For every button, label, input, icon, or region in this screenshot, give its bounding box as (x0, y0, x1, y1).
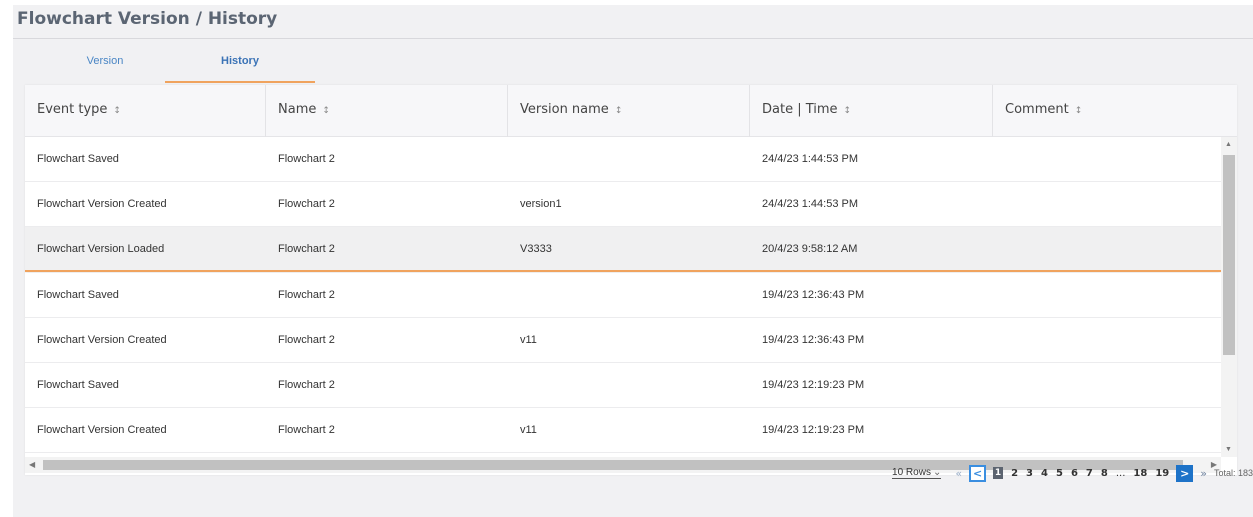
table-row[interactable]: Flowchart Version Created Flowchart 2 ve… (25, 182, 1221, 227)
prev-page-button[interactable]: < (969, 464, 987, 482)
cell-name: Flowchart 2 (278, 153, 335, 165)
table-row[interactable]: Flowchart Saved Flowchart 2 19/4/23 12:1… (25, 363, 1221, 408)
page-7[interactable]: 7 (1086, 468, 1093, 479)
cell-name: Flowchart 2 (278, 289, 335, 301)
cell-name: Flowchart 2 (278, 198, 335, 210)
rows-per-page-select[interactable]: 10 Rows ⌄ (892, 467, 942, 479)
column-header-comment[interactable]: Comment ↕ (993, 85, 1223, 137)
page-ellipsis: ... (1115, 467, 1126, 479)
cell-version-name (508, 137, 750, 182)
cell-event-type: Flowchart Version Created (37, 424, 167, 436)
cell-version-name: V3333 (520, 243, 552, 255)
history-table: Event type ↕ Name ↕ Version name ↕ Date | T… (25, 85, 1237, 475)
column-label: Name (278, 102, 317, 117)
table-row[interactable]: Flowchart Saved Flowchart 2 19/4/23 12:3… (25, 273, 1221, 318)
table-row[interactable]: Flowchart Version Created Flowchart 2 v1… (25, 408, 1221, 453)
rows-per-page-value: 10 Rows (892, 467, 931, 478)
page-8[interactable]: 8 (1101, 468, 1108, 479)
cell-event-type: Flowchart Saved (37, 153, 119, 165)
page-2[interactable]: 2 (1011, 468, 1018, 479)
next-page-button[interactable]: > (1176, 464, 1194, 482)
cell-date-time: 20/4/23 9:58:12 AM (762, 243, 858, 255)
page-3[interactable]: 3 (1026, 468, 1033, 479)
cell-date-time: 19/4/23 12:19:23 PM (762, 379, 865, 391)
cell-comment (993, 273, 1221, 318)
page-19[interactable]: 19 (1155, 468, 1169, 479)
sort-icon[interactable]: ↕ (615, 106, 623, 116)
cell-date-time: 19/4/23 12:36:43 PM (762, 334, 865, 346)
cell-version-name (508, 363, 750, 408)
last-page-icon[interactable]: » (1200, 467, 1207, 480)
column-label: Event type (37, 102, 108, 117)
cell-comment (993, 137, 1221, 182)
scroll-up-icon[interactable]: ▲ (1225, 141, 1232, 148)
column-header-date-time[interactable]: Date | Time ↕ (750, 85, 993, 137)
cell-version-name: version1 (520, 198, 562, 210)
sort-icon[interactable]: ↕ (322, 106, 330, 116)
sort-icon[interactable]: ↕ (1075, 106, 1083, 116)
column-header-name[interactable]: Name ↕ (266, 85, 508, 137)
page-18[interactable]: 18 (1133, 468, 1147, 479)
vertical-scroll-thumb[interactable] (1223, 155, 1235, 355)
cell-name: Flowchart 2 (278, 379, 335, 391)
column-header-event-type[interactable]: Event type ↕ (25, 85, 266, 137)
cell-event-type: Flowchart Saved (37, 289, 119, 301)
title-bar: Flowchart Version / History (13, 5, 1253, 39)
table-row-selected[interactable]: Flowchart Version Loaded Flowchart 2 V33… (25, 227, 1221, 272)
cell-name: Flowchart 2 (278, 243, 335, 255)
sort-icon[interactable]: ↕ (844, 106, 852, 116)
table-row[interactable]: Flowchart Saved Flowchart 2 24/4/23 1:44… (25, 137, 1221, 182)
cell-date-time: 24/4/23 1:44:53 PM (762, 198, 859, 210)
version-history-panel: Flowchart Version / History Version Hist… (13, 5, 1253, 517)
cell-comment (993, 363, 1221, 408)
cell-version-name: v11 (520, 334, 537, 346)
cell-event-type: Flowchart Saved (37, 379, 119, 391)
chevron-down-icon: ⌄ (932, 467, 942, 478)
cell-date-time: 19/4/23 12:36:43 PM (762, 289, 865, 301)
table-row[interactable]: Flowchart Version Created Flowchart 2 v1… (25, 318, 1221, 363)
cell-comment (993, 227, 1221, 272)
cell-comment (993, 318, 1221, 363)
cell-name: Flowchart 2 (278, 334, 335, 346)
cell-comment (993, 408, 1221, 453)
cell-event-type: Flowchart Version Created (37, 334, 167, 346)
pagination: 10 Rows ⌄ « < 1 2 3 4 5 6 7 8 ... 18 19 >… (892, 461, 1253, 485)
table-header: Event type ↕ Name ↕ Version name ↕ Date | T… (25, 85, 1237, 137)
cell-comment (993, 182, 1221, 227)
cell-event-type: Flowchart Version Created (37, 198, 167, 210)
sort-icon[interactable]: ↕ (113, 106, 121, 116)
cell-date-time: 24/4/23 1:44:53 PM (762, 153, 859, 165)
column-label: Version name (520, 102, 609, 117)
total-count: Total: 183 (1213, 468, 1253, 478)
cell-version-name (508, 273, 750, 318)
first-page-icon[interactable]: « (955, 467, 962, 480)
page-4[interactable]: 4 (1041, 468, 1048, 479)
cell-date-time: 19/4/23 12:19:23 PM (762, 424, 865, 436)
scroll-down-icon[interactable]: ▼ (1225, 446, 1232, 453)
table-body: Flowchart Saved Flowchart 2 24/4/23 1:44… (25, 137, 1221, 457)
cell-event-type: Flowchart Version Loaded (37, 243, 165, 255)
scroll-left-icon[interactable]: ◀ (29, 460, 35, 469)
column-label: Comment (1005, 102, 1069, 117)
tab-history[interactable]: History (165, 47, 315, 83)
cell-name: Flowchart 2 (278, 424, 335, 436)
page-1[interactable]: 1 (993, 467, 1004, 479)
page-title: Flowchart Version / History (17, 9, 278, 29)
column-label: Date | Time (762, 102, 838, 117)
tab-version[interactable]: Version (35, 47, 175, 83)
column-header-version-name[interactable]: Version name ↕ (508, 85, 750, 137)
vertical-scrollbar[interactable]: ▲ ▼ (1221, 137, 1237, 457)
page-5[interactable]: 5 (1056, 468, 1063, 479)
cell-version-name: v11 (520, 424, 537, 436)
page-6[interactable]: 6 (1071, 468, 1078, 479)
